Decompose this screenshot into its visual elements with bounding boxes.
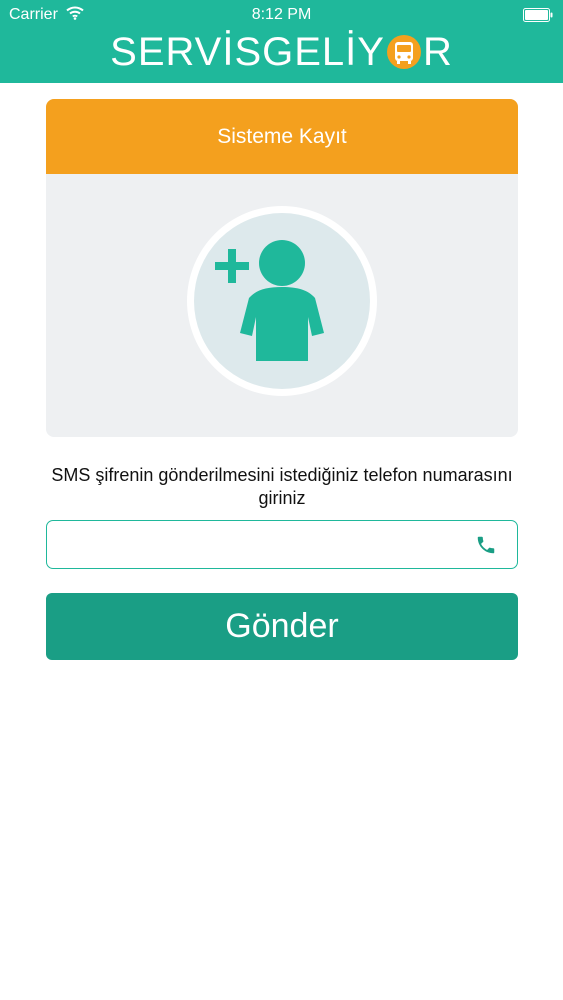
instruction-text: SMS şifrenin gönderilmesini istediğiniz … bbox=[51, 465, 513, 508]
avatar bbox=[187, 206, 377, 396]
phone-input[interactable] bbox=[59, 521, 463, 570]
bus-icon bbox=[386, 35, 421, 69]
logo-text-left: SERVİSGELİY bbox=[110, 29, 385, 74]
battery-icon bbox=[523, 8, 553, 22]
status-bar: Carrier 8:12 PM bbox=[0, 0, 563, 30]
send-button[interactable]: Gönder bbox=[46, 593, 518, 660]
register-card: Sisteme Kayıt bbox=[46, 99, 518, 437]
card-title: Sisteme Kayıt bbox=[217, 124, 347, 148]
phone-icon bbox=[477, 536, 495, 554]
app-logo: SERVİSGELİY R bbox=[0, 28, 563, 76]
top-bar: Carrier 8:12 PM SERVİSGELİY R bbox=[0, 0, 563, 83]
add-user-icon bbox=[215, 240, 324, 361]
logo-text-right: R bbox=[422, 29, 453, 74]
phone-field[interactable] bbox=[46, 520, 518, 570]
card-header: Sisteme Kayıt bbox=[46, 99, 518, 174]
status-time: 8:12 PM bbox=[251, 6, 312, 23]
avatar-circle bbox=[194, 213, 370, 389]
